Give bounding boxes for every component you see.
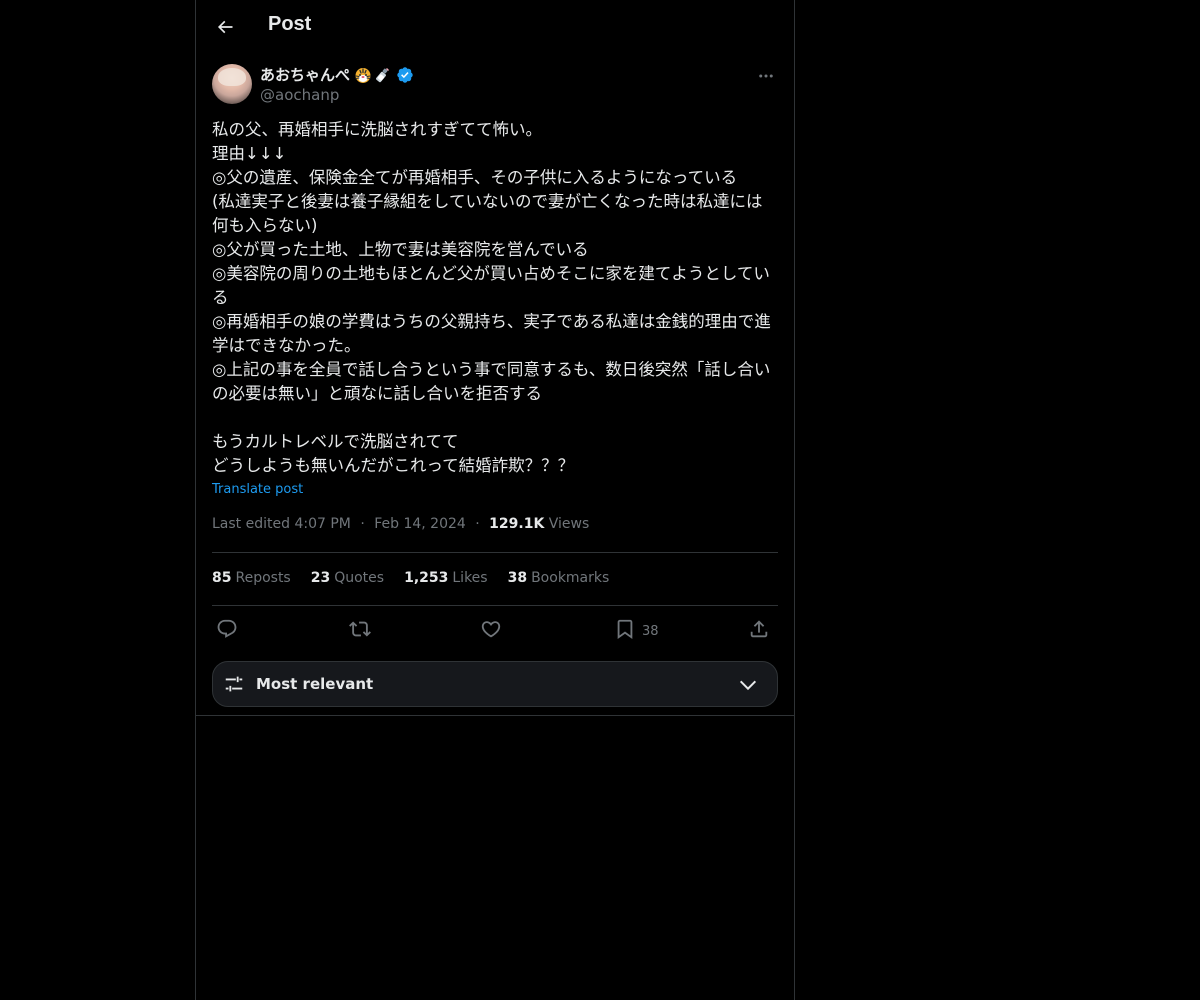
likes-count: 1,253 bbox=[404, 570, 449, 586]
repost-button[interactable] bbox=[349, 616, 371, 642]
divider bbox=[212, 605, 778, 606]
likes-label: Likes bbox=[452, 570, 488, 586]
more-options-button[interactable] bbox=[754, 64, 778, 88]
baby-bottle-emoji-icon bbox=[376, 67, 390, 82]
heart-icon bbox=[481, 621, 501, 638]
action-bar: 38 bbox=[212, 612, 778, 646]
header: Post bbox=[196, 0, 794, 54]
arrow-left-icon bbox=[217, 20, 233, 34]
verified-badge-icon[interactable] bbox=[396, 66, 414, 84]
quotes-count: 23 bbox=[310, 570, 331, 586]
share-button[interactable] bbox=[748, 616, 770, 642]
bookmark-count: 38 bbox=[642, 623, 659, 639]
tiger-face-emoji-icon bbox=[355, 67, 371, 83]
quotes-label: Quotes bbox=[334, 570, 385, 586]
reposts-count: 85 bbox=[212, 570, 232, 586]
sort-label: Most relevant bbox=[256, 675, 374, 693]
share-icon bbox=[750, 620, 768, 638]
quotes-stat[interactable]: 23 Quotes bbox=[311, 570, 384, 586]
reply-button[interactable] bbox=[216, 616, 238, 642]
author-row: あおちゃんぺ @aochanp bbox=[212, 64, 778, 108]
reposts-stat[interactable]: 85 Reposts bbox=[212, 570, 291, 586]
section-divider bbox=[196, 715, 794, 716]
sort-replies-dropdown[interactable]: Most relevant bbox=[212, 661, 778, 707]
views-count: 129.1K bbox=[489, 516, 545, 532]
avatar[interactable] bbox=[212, 64, 252, 104]
reposts-label: Reposts bbox=[235, 570, 291, 586]
meta-separator: · bbox=[360, 516, 365, 532]
page-title: Post bbox=[268, 13, 312, 35]
bookmark-icon bbox=[617, 619, 633, 640]
meta-separator: · bbox=[475, 516, 480, 532]
engagement-stats: 85 Reposts 23 Quotes 1,253 Likes 38 Bookmark… bbox=[212, 570, 609, 586]
author-name-row[interactable]: あおちゃんぺ bbox=[260, 64, 414, 85]
reply-icon bbox=[217, 619, 237, 638]
more-horizontal-icon bbox=[759, 74, 773, 78]
divider bbox=[212, 552, 778, 553]
edited-time-link[interactable]: Last edited 4:07 PM bbox=[212, 516, 351, 532]
views-label: Views bbox=[548, 516, 590, 532]
bookmark-button[interactable]: 38 bbox=[614, 616, 659, 642]
likes-stat[interactable]: 1,253 Likes bbox=[404, 570, 488, 586]
like-button[interactable] bbox=[480, 616, 502, 642]
back-button[interactable] bbox=[208, 10, 242, 44]
author-handle[interactable]: @aochanp bbox=[260, 86, 339, 104]
bookmarks-stat[interactable]: 38 Bookmarks bbox=[508, 570, 610, 586]
repost-icon bbox=[349, 621, 371, 637]
post-column: Post あおちゃんぺ @aochanp 私の父、再婚相手に洗脳されすぎてて怖い… bbox=[195, 0, 795, 1000]
post-text: 私の父、再婚相手に洗脳されすぎてて怖い。 理由↓↓↓ ◎父の遺産、保険金全てが再… bbox=[212, 120, 771, 475]
bookmarks-count: 38 bbox=[507, 570, 528, 586]
translate-post-link[interactable]: Translate post bbox=[212, 482, 303, 497]
sliders-icon bbox=[225, 676, 243, 692]
post-meta: Last edited 4:07 PM · Feb 14, 2024 · 129… bbox=[212, 516, 589, 532]
post-date-link[interactable]: Feb 14, 2024 bbox=[374, 516, 466, 532]
chevron-down-icon bbox=[739, 680, 757, 691]
author-name[interactable]: あおちゃんぺ bbox=[260, 64, 350, 85]
bookmarks-label: Bookmarks bbox=[531, 570, 610, 586]
